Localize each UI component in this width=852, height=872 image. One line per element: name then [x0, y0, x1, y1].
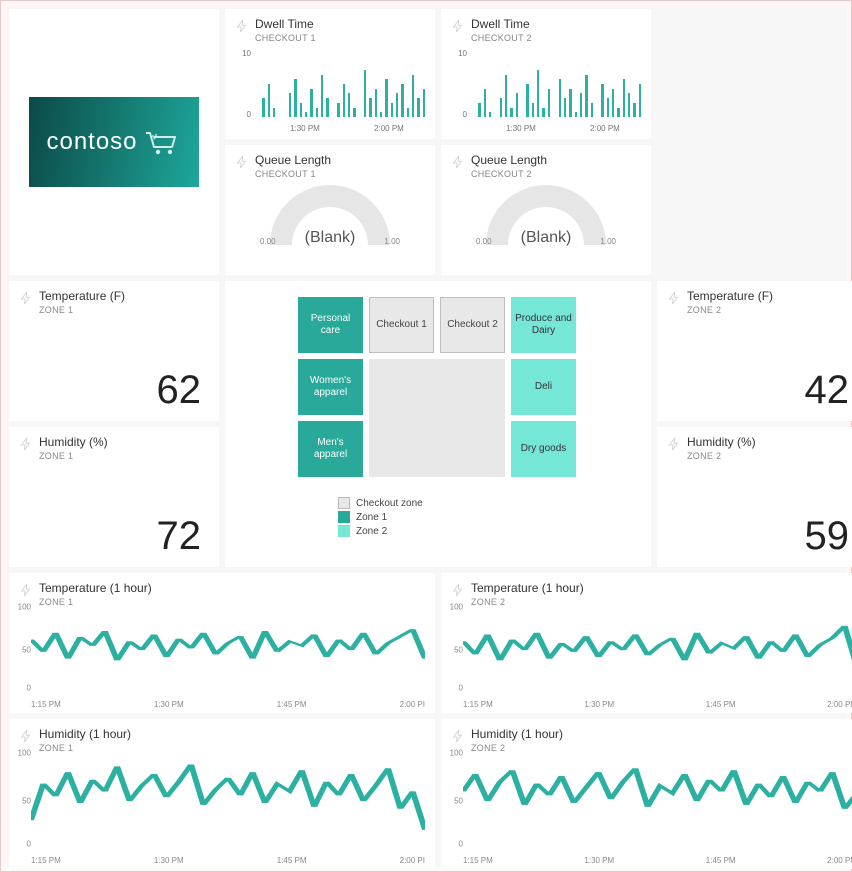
brand-text: contoso	[46, 128, 137, 156]
tile-humidity-zone1[interactable]: Humidity (%) ZONE 1 72	[9, 427, 219, 567]
dwell2-bars	[473, 51, 641, 117]
y-axis: 10 0	[233, 51, 253, 117]
x-axis: 1:15 PM1:30 PM 1:45 PM2:00 PM	[463, 856, 852, 865]
tile-subtitle: ZONE 2	[471, 743, 563, 753]
line-chart	[463, 753, 852, 849]
floor-womens[interactable]: Women's apparel	[298, 359, 363, 415]
tile-queue-checkout2[interactable]: Queue Length CHECKOUT 2 (Blank) 0.001.00	[441, 145, 651, 275]
bolt-icon	[451, 155, 465, 169]
floor-checkout1[interactable]: Checkout 1	[369, 297, 434, 353]
bolt-icon	[667, 291, 681, 305]
tile-title: Humidity (%)	[39, 435, 108, 449]
tile-title: Humidity (1 hour)	[39, 727, 131, 741]
gauge: (Blank) 0.001.00	[225, 185, 435, 269]
x-axis: 1:30 PM2:00 PM	[257, 124, 425, 133]
tile-subtitle: CHECKOUT 1	[255, 33, 316, 43]
bolt-icon	[451, 19, 465, 33]
tile-title: Queue Length	[471, 153, 547, 167]
tile-temp-hour-zone2[interactable]: Temperature (1 hour) ZONE 2 100 50 0 1:1…	[441, 573, 852, 713]
kpi-value: 59	[805, 514, 850, 559]
bolt-icon	[19, 437, 33, 451]
tile-title: Temperature (F)	[39, 289, 125, 303]
bolt-icon	[235, 19, 249, 33]
tile-subtitle: CHECKOUT 1	[255, 169, 331, 179]
contoso-logo: contoso	[29, 97, 199, 187]
bolt-icon	[19, 729, 33, 743]
tile-subtitle: ZONE 1	[39, 305, 125, 315]
gauge-value: (Blank)	[441, 229, 651, 247]
tile-subtitle: ZONE 1	[39, 451, 108, 461]
line-chart	[463, 607, 852, 693]
tile-title: Dwell Time	[255, 17, 316, 31]
tile-subtitle: ZONE 2	[471, 597, 584, 607]
x-axis: 1:30 PM2:00 PM	[473, 124, 641, 133]
bolt-icon	[451, 729, 465, 743]
tile-subtitle: ZONE 2	[687, 305, 773, 315]
tile-temp-hour-zone1[interactable]: Temperature (1 hour) ZONE 1 100 50 0 1:1…	[9, 573, 435, 713]
tile-title: Dwell Time	[471, 17, 532, 31]
tile-title: Temperature (1 hour)	[39, 581, 152, 595]
tile-title: Humidity (%)	[687, 435, 756, 449]
tile-floorplan[interactable]: Personal care Checkout 1 Checkout 2 Prod…	[225, 281, 651, 567]
tile-temperature-zone2[interactable]: Temperature (F) ZONE 2 42	[657, 281, 852, 421]
x-axis: 1:15 PM1:30 PM 1:45 PM2:00 PI	[31, 856, 425, 865]
tile-title: Temperature (F)	[687, 289, 773, 303]
y-axis: 10 0	[449, 51, 469, 117]
cart-icon	[142, 127, 182, 157]
tile-subtitle: CHECKOUT 2	[471, 169, 547, 179]
tile-queue-checkout1[interactable]: Queue Length CHECKOUT 1 (Blank) 0.001.00	[225, 145, 435, 275]
tile-title: Temperature (1 hour)	[471, 581, 584, 595]
floor-produce[interactable]: Produce and Dairy	[511, 297, 576, 353]
kpi-value: 42	[805, 368, 850, 413]
bolt-icon	[667, 437, 681, 451]
tile-subtitle: CHECKOUT 2	[471, 33, 532, 43]
tile-subtitle: ZONE 1	[39, 743, 131, 753]
tile-hum-hour-zone2[interactable]: Humidity (1 hour) ZONE 2 100 50 0 1:15 P…	[441, 719, 852, 869]
tile-temperature-zone1[interactable]: Temperature (F) ZONE 1 62	[9, 281, 219, 421]
bolt-icon	[19, 583, 33, 597]
tile-subtitle: ZONE 1	[39, 597, 152, 607]
y-axis: 100 50 0	[11, 607, 31, 693]
floor-personal-care[interactable]: Personal care	[298, 297, 363, 353]
y-axis: 100 50 0	[443, 753, 463, 849]
gauge: (Blank) 0.001.00	[441, 185, 651, 269]
tile-title: Queue Length	[255, 153, 331, 167]
tile-title: Humidity (1 hour)	[471, 727, 563, 741]
brand-tile: contoso	[9, 9, 219, 275]
gauge-value: (Blank)	[225, 229, 435, 247]
floor-mens[interactable]: Men's apparel	[298, 421, 363, 477]
y-axis: 100 50 0	[443, 607, 463, 693]
x-axis: 1:15 PM1:30 PM 1:45 PM2:00 PM	[463, 700, 852, 709]
kpi-value: 72	[157, 514, 202, 559]
floor-empty-area	[369, 359, 505, 477]
floor-grid: Personal care Checkout 1 Checkout 2 Prod…	[298, 297, 578, 487]
kpi-value: 62	[157, 368, 202, 413]
bolt-icon	[19, 291, 33, 305]
bolt-icon	[451, 583, 465, 597]
tile-humidity-zone2[interactable]: Humidity (%) ZONE 2 59	[657, 427, 852, 567]
floor-deli[interactable]: Deli	[511, 359, 576, 415]
tile-dwell-checkout1[interactable]: Dwell Time CHECKOUT 1 10 0 1:30 PM2:00 P…	[225, 9, 435, 139]
x-axis: 1:15 PM1:30 PM 1:45 PM2:00 PI	[31, 700, 425, 709]
line-chart	[31, 753, 425, 849]
tile-hum-hour-zone1[interactable]: Humidity (1 hour) ZONE 1 100 50 0 1:15 P…	[9, 719, 435, 869]
tile-subtitle: ZONE 2	[687, 451, 756, 461]
dashboard: contoso Dwell Time CHECKOUT 1 10 0 1:30 …	[7, 7, 847, 867]
dwell1-bars	[257, 51, 425, 117]
y-axis: 100 50 0	[11, 753, 31, 849]
floor-checkout2[interactable]: Checkout 2	[440, 297, 505, 353]
tile-dwell-checkout2[interactable]: Dwell Time CHECKOUT 2 10 0 1:30 PM2:00 P…	[441, 9, 651, 139]
floor-dry[interactable]: Dry goods	[511, 421, 576, 477]
floor-legend: Checkout zone Zone 1 Zone 2	[338, 497, 538, 537]
line-chart	[31, 607, 425, 693]
bolt-icon	[235, 155, 249, 169]
